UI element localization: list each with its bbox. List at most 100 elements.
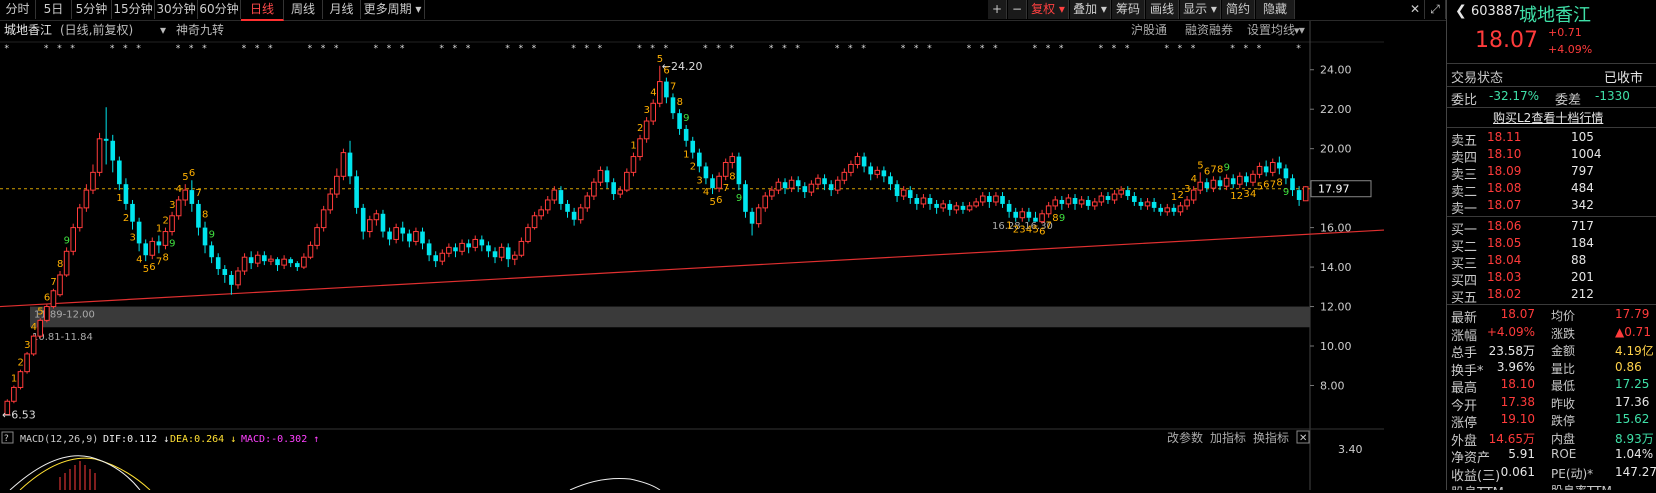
candle[interactable] <box>327 188 334 214</box>
candle[interactable] <box>1013 207 1018 222</box>
candle[interactable] <box>743 180 748 218</box>
period-tab-7[interactable]: 周线 <box>284 0 323 19</box>
candle[interactable] <box>591 178 597 200</box>
candle[interactable] <box>420 227 425 250</box>
candle[interactable] <box>1138 198 1144 210</box>
candle[interactable] <box>729 152 736 169</box>
candle[interactable] <box>920 194 927 208</box>
candle[interactable] <box>1158 203 1163 216</box>
candle[interactable] <box>143 239 148 262</box>
candle[interactable] <box>1250 170 1256 187</box>
candle[interactable] <box>868 162 873 181</box>
candle[interactable] <box>393 223 399 244</box>
candle[interactable] <box>1302 186 1309 202</box>
candle[interactable] <box>749 207 755 236</box>
candle[interactable] <box>426 239 432 262</box>
candle[interactable] <box>156 235 162 254</box>
candle[interactable] <box>512 251 518 266</box>
candle[interactable] <box>802 182 808 199</box>
candle[interactable] <box>347 140 353 185</box>
candle[interactable] <box>775 178 782 195</box>
candle[interactable] <box>136 217 142 252</box>
candle[interactable] <box>664 77 669 104</box>
candle[interactable] <box>762 192 769 212</box>
candle[interactable] <box>1151 198 1157 212</box>
candle[interactable] <box>498 243 505 262</box>
candle[interactable] <box>703 162 709 185</box>
candle[interactable] <box>1078 196 1085 208</box>
candle[interactable] <box>1132 192 1137 206</box>
candle[interactable] <box>854 152 861 169</box>
candle[interactable] <box>1085 196 1091 210</box>
candle[interactable] <box>248 251 254 270</box>
candle[interactable] <box>1098 192 1105 206</box>
candle[interactable] <box>63 247 70 277</box>
candle[interactable] <box>123 178 129 210</box>
candle[interactable] <box>722 158 729 181</box>
candle[interactable] <box>241 253 248 275</box>
candle[interactable] <box>459 239 465 256</box>
candle[interactable] <box>1111 190 1118 204</box>
chart-link-0[interactable]: 沪股通 <box>1131 23 1167 37</box>
candle[interactable] <box>617 186 624 199</box>
candle[interactable] <box>518 237 525 258</box>
candle[interactable] <box>874 166 881 179</box>
candle[interactable] <box>1223 174 1230 191</box>
period-tab-0[interactable]: 分时 <box>0 0 36 19</box>
candle[interactable] <box>1230 174 1236 189</box>
overlay-button[interactable]: 叠加 ▾ <box>1070 0 1111 19</box>
candle[interactable] <box>1092 198 1098 210</box>
draw-button[interactable]: 画线 <box>1146 0 1179 19</box>
candle[interactable] <box>472 235 479 252</box>
candle[interactable] <box>611 178 616 200</box>
candle[interactable] <box>1045 201 1052 218</box>
candle[interactable] <box>1244 172 1249 187</box>
candle[interactable] <box>940 199 947 212</box>
candle[interactable] <box>538 205 544 220</box>
candle[interactable] <box>505 243 511 268</box>
candle[interactable] <box>30 334 37 356</box>
candle[interactable] <box>966 201 973 212</box>
adjust-button[interactable]: 复权 ▾ <box>1028 0 1069 19</box>
candle[interactable] <box>407 229 412 248</box>
candle[interactable] <box>380 209 386 238</box>
period-tab-5[interactable]: 60分钟 <box>198 0 241 19</box>
candle[interactable] <box>209 241 214 264</box>
candle[interactable] <box>828 180 834 197</box>
candle[interactable] <box>466 239 471 254</box>
candle[interactable] <box>525 223 531 244</box>
candle[interactable] <box>697 148 702 173</box>
candle[interactable] <box>934 199 939 214</box>
candle[interactable] <box>1197 172 1204 195</box>
simple-button[interactable]: 简约 <box>1222 0 1255 19</box>
candle[interactable] <box>1263 160 1269 177</box>
expand-icon[interactable]: ⤢ <box>1425 0 1446 19</box>
candle[interactable] <box>320 205 327 232</box>
candle[interactable] <box>973 198 979 208</box>
candle[interactable] <box>881 166 887 183</box>
chart-mode-dropdown-icon[interactable]: ▾ <box>160 23 166 37</box>
period-tab-1[interactable]: 5日 <box>36 0 72 19</box>
candle[interactable] <box>77 203 83 232</box>
candle[interactable] <box>1019 207 1026 222</box>
candle[interactable] <box>888 172 893 191</box>
display-button[interactable]: 显示 ▾ <box>1180 0 1221 19</box>
candle[interactable] <box>439 249 446 266</box>
candle[interactable] <box>531 211 538 230</box>
period-tab-6[interactable]: 日线 <box>241 0 284 21</box>
candle[interactable] <box>11 385 17 404</box>
candle[interactable] <box>861 152 867 173</box>
candle[interactable] <box>37 318 44 339</box>
period-tab-9[interactable]: 更多周期 ▾ <box>361 0 425 19</box>
candle[interactable] <box>604 166 610 189</box>
candle[interactable] <box>690 136 696 159</box>
candle[interactable] <box>544 196 551 214</box>
candle[interactable] <box>70 223 76 256</box>
candle[interactable] <box>387 227 392 246</box>
candle[interactable] <box>360 203 366 240</box>
candle[interactable] <box>1033 211 1038 222</box>
macd-link-2[interactable]: 换指标 <box>1253 430 1289 445</box>
candle[interactable] <box>993 192 999 206</box>
candle[interactable] <box>149 237 156 260</box>
candle[interactable] <box>624 168 630 193</box>
